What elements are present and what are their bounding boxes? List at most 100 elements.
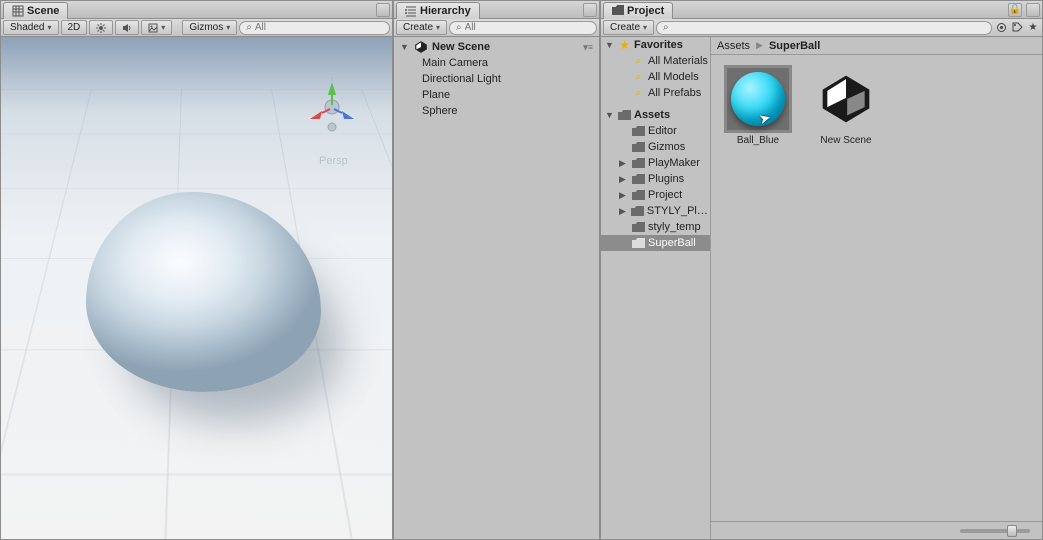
mouse-cursor-icon: ➤ <box>757 109 773 128</box>
tree-folder-label: STYLY_Plugin <box>647 205 710 217</box>
folder-icon <box>632 174 645 185</box>
tree-folder-item[interactable]: styly_temp <box>601 219 710 235</box>
asset-item-scene[interactable]: New Scene <box>811 67 881 146</box>
folder-icon <box>612 5 624 17</box>
tree-folder-label: Project <box>648 189 682 201</box>
tree-folder-label: styly_temp <box>648 221 701 233</box>
scene-search[interactable]: ⌕ <box>239 21 390 35</box>
folder-icon <box>631 206 644 217</box>
scene-options-button[interactable] <box>376 3 390 17</box>
audio-toggle[interactable] <box>115 20 139 35</box>
expand-arrow-icon[interactable]: ▼ <box>400 42 410 52</box>
orientation-gizmo[interactable]: y <box>302 77 362 137</box>
save-search-icon[interactable]: ★ <box>1026 21 1040 35</box>
project-search-input[interactable] <box>672 22 985 33</box>
tree-folder-label: PlayMaker <box>648 157 700 169</box>
favorites-label: Favorites <box>634 39 683 51</box>
tree-folder-item[interactable]: Gizmos <box>601 139 710 155</box>
project-breadcrumb: Assets ▶ SuperBall <box>711 37 1042 55</box>
scene-panel: Scene Shaded 2D Gizmos ⌕ <box>0 0 393 540</box>
breadcrumb-item[interactable]: SuperBall <box>769 40 820 52</box>
folder-icon <box>632 126 645 137</box>
expand-arrow-icon[interactable]: ▶ <box>619 158 629 169</box>
lock-icon[interactable]: 🔒 <box>1008 3 1022 17</box>
hierarchy-scene-row[interactable]: ▼ New Scene ▾≡ <box>394 39 599 55</box>
gizmos-dropdown[interactable]: Gizmos <box>182 20 237 35</box>
project-statusbar <box>711 521 1042 539</box>
tab-project[interactable]: Project <box>603 2 673 19</box>
tab-hierarchy-label: Hierarchy <box>420 5 471 17</box>
folder-icon <box>632 190 645 201</box>
tree-folder-item[interactable]: ▶Plugins <box>601 171 710 187</box>
hierarchy-toolbar: Create ⌕ <box>394 19 599 37</box>
tree-folder-label: Editor <box>648 125 677 137</box>
folder-icon <box>632 142 645 153</box>
hierarchy-item[interactable]: Sphere <box>394 103 599 119</box>
scene-search-input[interactable] <box>255 22 383 33</box>
search-icon: ⌕ <box>246 22 252 33</box>
scene-tabbar: Scene <box>1 1 392 19</box>
hierarchy-search[interactable]: ⌕ <box>449 21 597 35</box>
folder-icon <box>632 222 645 233</box>
scene-icon <box>12 5 24 17</box>
tree-folder-label: Gizmos <box>648 141 685 153</box>
filter-by-type-icon[interactable] <box>994 21 1008 35</box>
tree-folder-item[interactable]: ▶ Project <box>601 187 710 203</box>
hierarchy-create-dropdown[interactable]: Create <box>396 20 447 35</box>
project-options-button[interactable] <box>1026 3 1040 17</box>
expand-arrow-icon[interactable]: ▶ <box>619 190 629 201</box>
project-tabbar: Project 🔒 <box>601 1 1042 19</box>
folder-icon <box>618 110 631 121</box>
image-icon <box>148 23 158 33</box>
tree-folder-item[interactable]: Editor <box>601 123 710 139</box>
tree-assets-header[interactable]: ▼ Assets <box>601 107 710 123</box>
search-icon: ⌕ <box>663 22 669 33</box>
expand-arrow-icon[interactable]: ▶ <box>619 206 628 217</box>
tree-favorites-header[interactable]: ▼ ★ Favorites <box>601 37 710 53</box>
hierarchy-options-button[interactable] <box>583 3 597 17</box>
search-icon: ⌕ <box>632 56 645 67</box>
hierarchy-list: ▼ New Scene ▾≡ Main Camera Directional L… <box>394 37 599 539</box>
expand-arrow-icon[interactable]: ▶ <box>619 174 629 185</box>
tab-hierarchy[interactable]: Hierarchy <box>396 2 480 19</box>
hierarchy-search-input[interactable] <box>465 22 590 33</box>
assets-label: Assets <box>634 109 670 121</box>
tree-folder-item[interactable]: ▶ STYLY_Plugin <box>601 203 710 219</box>
project-create-dropdown[interactable]: Create <box>603 20 654 35</box>
tree-favorite-item[interactable]: ⌕ All Materials <box>601 53 710 69</box>
hierarchy-item[interactable]: Directional Light <box>394 71 599 87</box>
persp-label: Persp <box>319 155 348 167</box>
sun-icon <box>96 23 106 33</box>
folder-icon <box>632 158 645 169</box>
2d-toggle[interactable]: 2D <box>61 20 88 35</box>
project-body: ▼ ★ Favorites ⌕ All Materials ⌕ All Mode… <box>601 37 1042 539</box>
tab-scene[interactable]: Scene <box>3 2 68 19</box>
tree-folder-label: SuperBall <box>648 237 696 249</box>
asset-label: New Scene <box>820 135 871 146</box>
folder-icon <box>632 238 645 249</box>
expand-arrow-icon[interactable]: ▼ <box>605 110 615 120</box>
svg-text:y: y <box>331 77 334 81</box>
breadcrumb-item[interactable]: Assets <box>717 40 750 52</box>
tree-folder-item[interactable]: SuperBall <box>601 235 710 251</box>
thumbnail-zoom-slider[interactable] <box>960 529 1030 533</box>
tree-favorite-item[interactable]: ⌕ All Models <box>601 69 710 85</box>
lighting-toggle[interactable] <box>89 20 113 35</box>
hierarchy-item[interactable]: Main Camera <box>394 55 599 71</box>
hierarchy-icon <box>405 5 417 17</box>
hierarchy-scene-name: New Scene <box>432 41 490 53</box>
filter-by-label-icon[interactable] <box>1010 21 1024 35</box>
expand-arrow-icon[interactable]: ▼ <box>605 40 615 50</box>
tree-folder-item[interactable]: ▶ PlayMaker <box>601 155 710 171</box>
slider-knob[interactable] <box>1007 525 1017 537</box>
tree-favorite-item[interactable]: ⌕ All Prefabs <box>601 85 710 101</box>
asset-item-material[interactable]: ➤ Ball_Blue <box>723 67 793 146</box>
asset-label: Ball_Blue <box>737 135 779 146</box>
scene-context-menu-icon[interactable]: ▾≡ <box>583 42 593 53</box>
unity-logo-icon <box>818 71 874 127</box>
shaded-dropdown[interactable]: Shaded <box>3 20 59 35</box>
project-search[interactable]: ⌕ <box>656 21 992 35</box>
fx-toggle[interactable] <box>141 20 172 35</box>
scene-view[interactable]: Persp y <box>1 37 392 539</box>
hierarchy-item[interactable]: Plane <box>394 87 599 103</box>
